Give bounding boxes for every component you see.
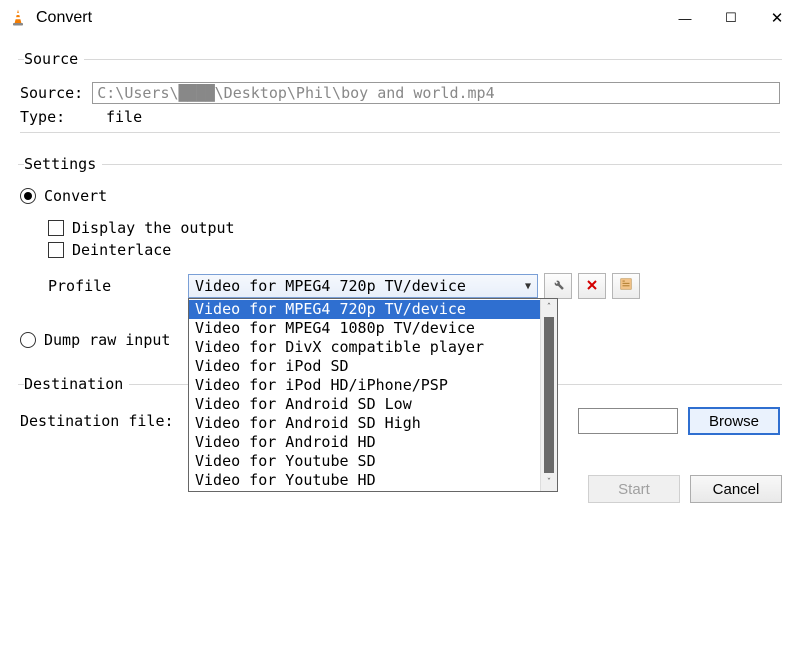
deinterlace-label: Deinterlace xyxy=(72,241,171,259)
profile-label: Profile xyxy=(20,277,188,295)
scroll-thumb[interactable] xyxy=(544,317,554,473)
profile-option[interactable]: Video for Android SD High xyxy=(189,414,540,433)
profile-option[interactable]: Video for Android SD Low xyxy=(189,395,540,414)
dump-raw-radio[interactable] xyxy=(20,332,36,348)
destination-file-label: Destination file: xyxy=(20,412,174,430)
start-button[interactable]: Start xyxy=(588,475,680,503)
convert-label: Convert xyxy=(44,187,107,205)
wrench-icon xyxy=(551,277,565,295)
profile-selected-text: Video for MPEG4 720p TV/device xyxy=(189,277,519,295)
display-output-label: Display the output xyxy=(72,219,235,237)
profile-option[interactable]: Video for Youtube SD xyxy=(189,452,540,471)
deinterlace-row[interactable]: Deinterlace xyxy=(48,241,780,259)
vlc-icon xyxy=(8,8,28,28)
destination-legend: Destination xyxy=(24,375,129,393)
profile-option[interactable]: Video for iPod SD xyxy=(189,357,540,376)
profile-option[interactable]: Video for Android HD xyxy=(189,433,540,452)
display-output-checkbox[interactable] xyxy=(48,220,64,236)
convert-radio[interactable] xyxy=(20,188,36,204)
scroll-down-icon[interactable]: ˇ xyxy=(541,474,557,491)
profile-dropdown: Video for MPEG4 720p TV/deviceVideo for … xyxy=(188,298,558,492)
deinterlace-checkbox[interactable] xyxy=(48,242,64,258)
new-profile-icon xyxy=(619,277,633,295)
delete-icon xyxy=(586,277,598,295)
cancel-button[interactable]: Cancel xyxy=(690,475,782,503)
type-label: Type: xyxy=(20,108,106,126)
titlebar: Convert — ☐ ✕ xyxy=(0,0,800,36)
dropdown-scrollbar[interactable]: ˆ ˇ xyxy=(540,299,557,491)
profile-combobox[interactable]: Video for MPEG4 720p TV/device ▼ Video f… xyxy=(188,274,538,298)
dump-raw-label: Dump raw input xyxy=(44,331,170,349)
profile-option[interactable]: Video for MPEG4 720p TV/device xyxy=(189,300,540,319)
settings-group: Settings Convert Display the output Dein… xyxy=(18,155,782,365)
scroll-up-icon[interactable]: ˆ xyxy=(541,299,557,316)
source-legend: Source xyxy=(24,50,84,68)
profile-option[interactable]: Video for DivX compatible player xyxy=(189,338,540,357)
profile-option[interactable]: Video for iPod HD/iPhone/PSP xyxy=(189,376,540,395)
edit-profile-button[interactable] xyxy=(544,273,572,299)
minimize-button[interactable]: — xyxy=(662,0,708,36)
profile-option[interactable]: Video for Youtube HD xyxy=(189,471,540,490)
window-title: Convert xyxy=(36,9,92,27)
source-group: Source Source: Type: file xyxy=(18,50,782,145)
settings-legend: Settings xyxy=(24,155,102,173)
new-profile-button[interactable] xyxy=(612,273,640,299)
delete-profile-button[interactable] xyxy=(578,273,606,299)
chevron-down-icon[interactable]: ▼ xyxy=(519,275,537,297)
convert-radio-row[interactable]: Convert xyxy=(20,187,780,205)
profile-option[interactable]: Video for MPEG4 1080p TV/device xyxy=(189,319,540,338)
browse-button[interactable]: Browse xyxy=(688,407,780,435)
source-input[interactable] xyxy=(92,82,780,104)
source-label: Source: xyxy=(20,84,92,102)
type-value: file xyxy=(106,108,142,126)
display-output-row[interactable]: Display the output xyxy=(48,219,780,237)
maximize-button[interactable]: ☐ xyxy=(708,0,754,36)
close-button[interactable]: ✕ xyxy=(754,0,800,36)
destination-file-input[interactable] xyxy=(578,408,678,434)
